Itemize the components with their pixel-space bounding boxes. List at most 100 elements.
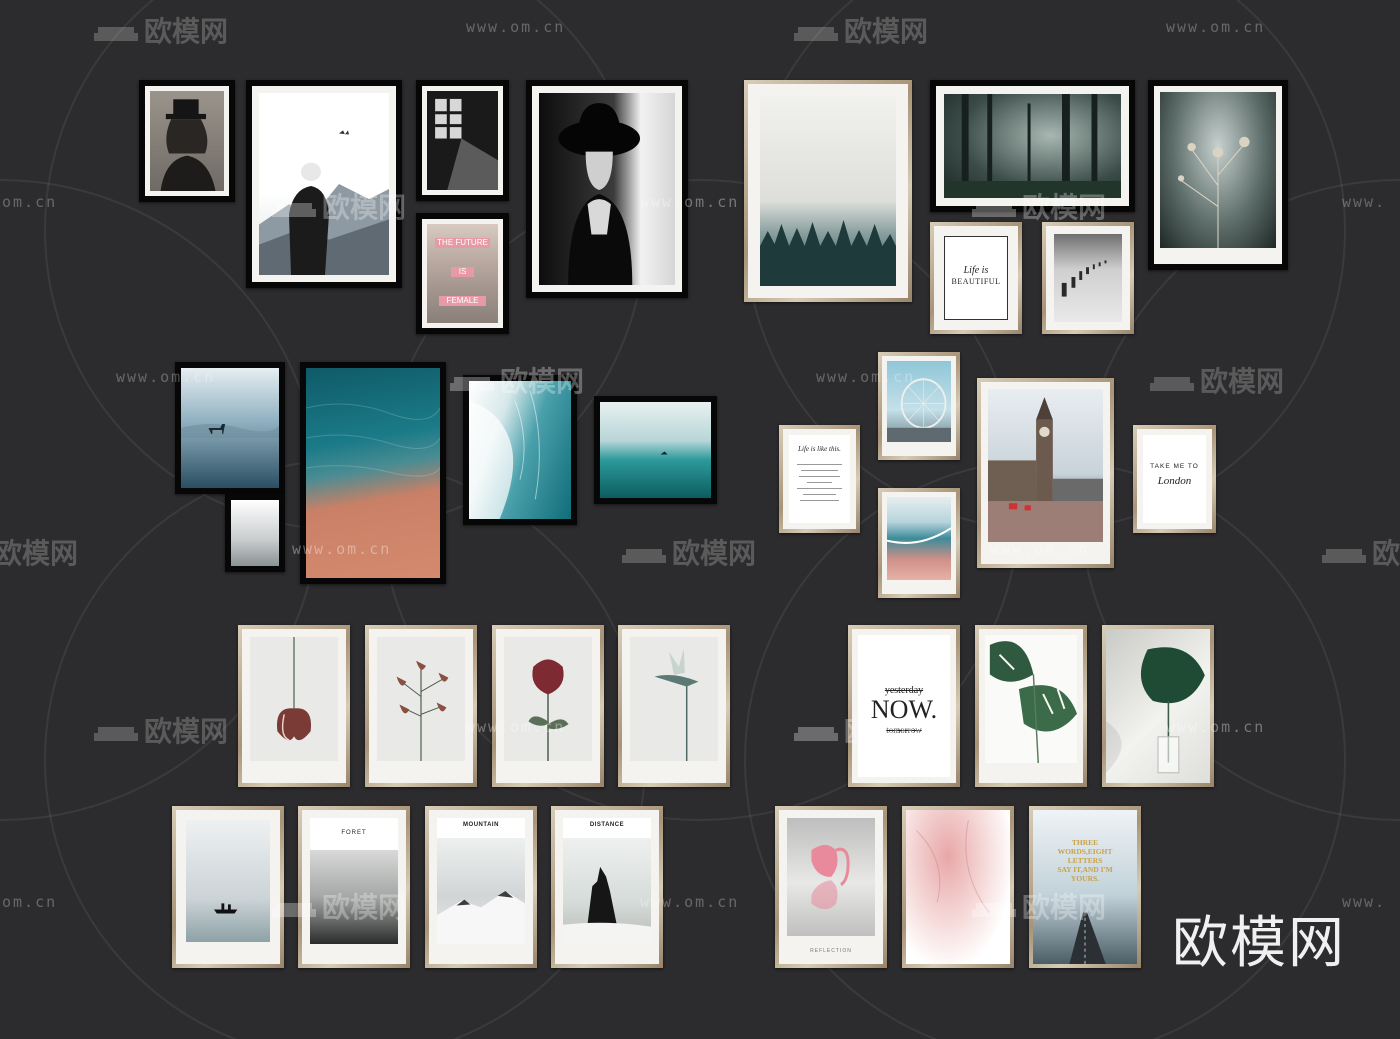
frame-botanical-3 bbox=[492, 625, 604, 787]
watermark-url-11: www.om.cn bbox=[1166, 718, 1266, 736]
frame-pink-beach bbox=[878, 488, 960, 598]
watermark-url-13: www.om.cn bbox=[640, 893, 740, 911]
frame-wild-flowers bbox=[1148, 80, 1288, 270]
window-light-art bbox=[435, 98, 498, 190]
sofa-logo-icon bbox=[94, 26, 138, 41]
frame-misty-forest bbox=[744, 80, 912, 302]
frame-life-beautiful: Life is BEAUTIFUL bbox=[930, 222, 1022, 334]
life-like-this-title: Life is like this. bbox=[798, 445, 841, 453]
columbine-art bbox=[396, 660, 449, 761]
monstera-art-1 bbox=[989, 641, 1077, 763]
watermark-brand-2: 欧模网 bbox=[792, 10, 928, 50]
frame-yesterday-now: yesterday NOW. tomorrow bbox=[848, 625, 960, 787]
sofa-logo-icon bbox=[450, 376, 494, 391]
lily-art bbox=[276, 637, 312, 741]
future-line-3: FEMALE bbox=[446, 296, 479, 305]
misty-forest-art bbox=[760, 220, 896, 286]
watermark-url-5: www. bbox=[1342, 193, 1387, 211]
watermark-brand-3: 欧模网 bbox=[270, 186, 406, 226]
take-me-text: TAKE ME TO bbox=[1150, 463, 1199, 470]
sofa-logo-icon bbox=[272, 202, 316, 217]
future-line-2: IS bbox=[458, 267, 467, 276]
watermark-brand-8: 欧模网 bbox=[620, 532, 756, 572]
watermark-brand-1: 欧模网 bbox=[92, 10, 228, 50]
frame-mountain: MOUNTAIN bbox=[425, 806, 537, 968]
frame-pier-posts bbox=[1042, 222, 1134, 334]
watermark-brand-6: 欧模网 bbox=[1148, 360, 1284, 400]
watermark-url-14: www. bbox=[1342, 893, 1387, 911]
sofa-logo-icon bbox=[972, 202, 1016, 217]
sofa-logo-icon bbox=[972, 902, 1016, 917]
sofa-logo-icon bbox=[794, 726, 838, 741]
big-ben-art bbox=[988, 397, 1103, 542]
sea-stack-art bbox=[563, 866, 651, 944]
watermark-brand-7: 欧模网 bbox=[0, 538, 79, 569]
frame-window-light bbox=[416, 80, 509, 201]
frame-woman-mountain bbox=[246, 80, 402, 288]
frame-teal-sea bbox=[594, 396, 717, 504]
celosia-art bbox=[528, 659, 569, 761]
frame-monstera-vase bbox=[1102, 625, 1214, 787]
watermark-url-4: www.om.cn bbox=[640, 193, 740, 211]
frame-distance: DISTANCE bbox=[551, 806, 663, 968]
watermark-url-12: om.cn bbox=[2, 893, 58, 911]
london-script: London bbox=[1157, 475, 1192, 487]
watermark-brand-12: 欧模网 bbox=[270, 886, 406, 926]
watermark-brand-9: 欧模网 bbox=[1320, 532, 1400, 572]
frame-future-female: THE FUTURE IS FEMALE bbox=[416, 213, 509, 334]
foret-title: FORET bbox=[341, 830, 367, 836]
mountain-title: MOUNTAIN bbox=[463, 822, 499, 828]
monstera-vase-art bbox=[1106, 647, 1205, 774]
watermark-brand-5: 欧模网 bbox=[448, 360, 584, 400]
frame-monstera-1 bbox=[975, 625, 1087, 787]
dark-forest-art bbox=[944, 94, 1121, 198]
beautiful-text: BEAUTIFUL bbox=[951, 277, 1001, 286]
watermark-url-1: www.om.cn bbox=[466, 18, 566, 36]
pink-beach-art bbox=[887, 527, 951, 544]
corner-brand-logo: 欧模网 bbox=[1172, 911, 1346, 976]
watermark-brand-11: 欧模网 bbox=[792, 710, 928, 750]
watermark-url-2: www.om.cn bbox=[1166, 18, 1266, 36]
watermark-url-7: www.om.cn bbox=[816, 368, 916, 386]
frame-take-me-london: TAKE ME TO London bbox=[1133, 425, 1216, 533]
frame-botanical-2 bbox=[365, 625, 477, 787]
frame-boat-fog bbox=[172, 806, 284, 968]
frame-botanical-4 bbox=[618, 625, 730, 787]
frame-botanical-1 bbox=[238, 625, 350, 787]
watermark-url-6: www.om.cn bbox=[116, 368, 216, 386]
teal-sea-art bbox=[660, 451, 668, 455]
watermark-brand-4: 欧模网 bbox=[970, 186, 1106, 226]
sofa-logo-icon bbox=[1150, 376, 1194, 391]
woman-mountain-art bbox=[259, 130, 389, 275]
flamingo-art bbox=[811, 844, 850, 910]
frame-top-hat-woman bbox=[139, 80, 235, 202]
future-line-1: THE FUTURE bbox=[437, 238, 488, 247]
watermark-brand-13: 欧模网 bbox=[970, 886, 1106, 926]
watermark-url-3: om.cn bbox=[2, 193, 58, 211]
reflection-caption: REFLECTION bbox=[810, 948, 852, 954]
wave-foam-art bbox=[469, 390, 540, 519]
boat-fog-art bbox=[214, 903, 238, 914]
life-is-text: Life is bbox=[963, 265, 989, 276]
frame-black-hat-woman bbox=[526, 80, 688, 298]
frame-flamingo: REFLECTION bbox=[775, 806, 887, 968]
mountain-art bbox=[437, 891, 525, 944]
pier-posts-art bbox=[1061, 260, 1107, 297]
frames-canvas: THE FUTURE IS FEMALE Life is BEAUTIFUL L… bbox=[0, 0, 1400, 1039]
frame-small-fog bbox=[225, 494, 285, 572]
bird-of-paradise-art bbox=[654, 648, 699, 761]
sofa-logo-icon bbox=[794, 26, 838, 41]
sofa-logo-icon bbox=[1322, 548, 1366, 563]
sofa-logo-icon bbox=[94, 726, 138, 741]
sofa-logo-icon bbox=[622, 548, 666, 563]
distance-title: DISTANCE bbox=[589, 822, 625, 828]
black-hat-woman-art bbox=[558, 103, 641, 285]
foggy-horse-art bbox=[181, 424, 279, 438]
watermark-brand-10: 欧模网 bbox=[92, 710, 228, 750]
watermark-url-10: www.om.cn bbox=[466, 718, 566, 736]
top-hat-woman-art bbox=[160, 99, 216, 191]
wild-flowers-art bbox=[1177, 136, 1250, 248]
frame-life-like-this: Life is like this. bbox=[779, 425, 860, 533]
sofa-logo-icon bbox=[272, 902, 316, 917]
watermark-url-8: www.om.cn bbox=[292, 540, 392, 558]
